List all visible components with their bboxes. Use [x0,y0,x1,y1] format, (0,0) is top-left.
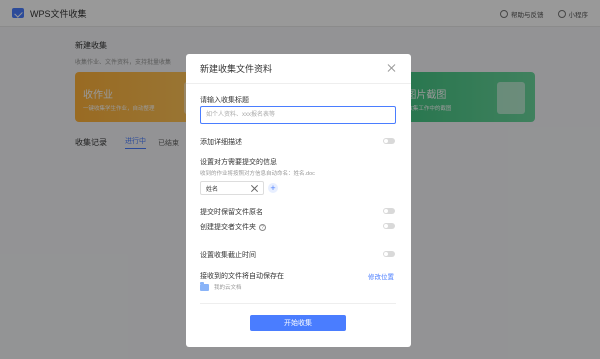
divider [200,303,396,304]
save-folder: 我的云文档 [200,282,242,291]
dialog-title: 新建收集文件资料 [200,64,273,74]
create-folder-row: 创建提交者文件夹? [200,222,266,232]
folder-icon [200,282,209,291]
start-collection-button[interactable]: 开始收集 [250,315,346,331]
add-field-button[interactable]: + [268,183,278,193]
folder-name: 我的云文档 [214,285,242,291]
keep-filename-toggle[interactable] [383,208,395,214]
keep-filename-label: 提交时保留文件原名 [200,209,263,216]
deadline-label: 设置收集截止时间 [200,252,256,259]
field-tag-label: 姓名 [206,186,219,193]
close-icon[interactable] [387,64,395,72]
help-icon[interactable]: ? [259,223,266,231]
modify-location-link[interactable]: 修改位置 [368,271,394,281]
add-description-toggle[interactable] [383,138,395,144]
collect-title-input[interactable] [200,106,396,124]
collect-title-label: 请输入收集标题 [200,97,249,104]
save-location-label: 接收到的文件将自动保存在 [200,273,284,280]
info-hint: 收到的作业将按照对方信息自动命名：姓名.doc [200,171,315,177]
new-collection-dialog: 新建收集文件资料 请输入收集标题 添加详细描述 设置对方需要提交的信息 收到的作… [186,54,411,347]
add-description-label: 添加详细描述 [200,139,242,146]
info-label: 设置对方需要提交的信息 [200,159,277,166]
dialog-header: 新建收集文件资料 [186,54,411,84]
create-folder-toggle[interactable] [383,223,395,229]
remove-field-icon[interactable] [251,185,258,192]
create-folder-label: 创建提交者文件夹 [200,224,256,231]
deadline-toggle[interactable] [383,251,395,257]
field-tag: 姓名 [200,181,264,195]
